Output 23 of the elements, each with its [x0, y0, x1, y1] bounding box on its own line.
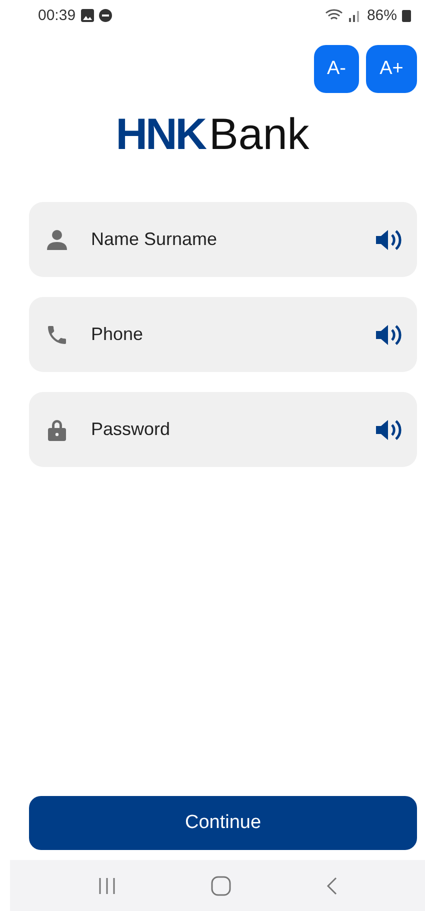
font-size-button[interactable]: A- — [314, 45, 359, 93]
logo-wordmark: Bank — [209, 113, 310, 157]
wifi-icon — [324, 8, 343, 22]
input-field[interactable]: Phone — [89, 323, 355, 346]
home-icon[interactable] — [210, 876, 230, 896]
signal-icon — [348, 8, 362, 22]
speaker-icon[interactable] — [375, 418, 403, 442]
continue-button[interactable]: Continue — [29, 796, 417, 850]
lock-icon — [45, 418, 69, 442]
recent-apps-icon[interactable] — [98, 876, 116, 894]
person-icon — [45, 228, 69, 252]
back-icon[interactable] — [326, 876, 338, 894]
font-size-button[interactable]: A+ — [366, 45, 417, 93]
speaker-icon[interactable] — [375, 322, 403, 346]
battery-percent: 86% — [366, 8, 397, 22]
image-icon — [80, 8, 94, 22]
input-field[interactable]: Name Surname — [89, 228, 355, 251]
do-not-disturb-icon — [98, 8, 112, 22]
input-field[interactable]: Password — [89, 418, 355, 441]
speaker-icon[interactable] — [375, 228, 403, 252]
battery-icon — [402, 8, 411, 22]
logo-mark: HNK — [116, 113, 206, 157]
status-time: 00:39 — [38, 8, 76, 22]
